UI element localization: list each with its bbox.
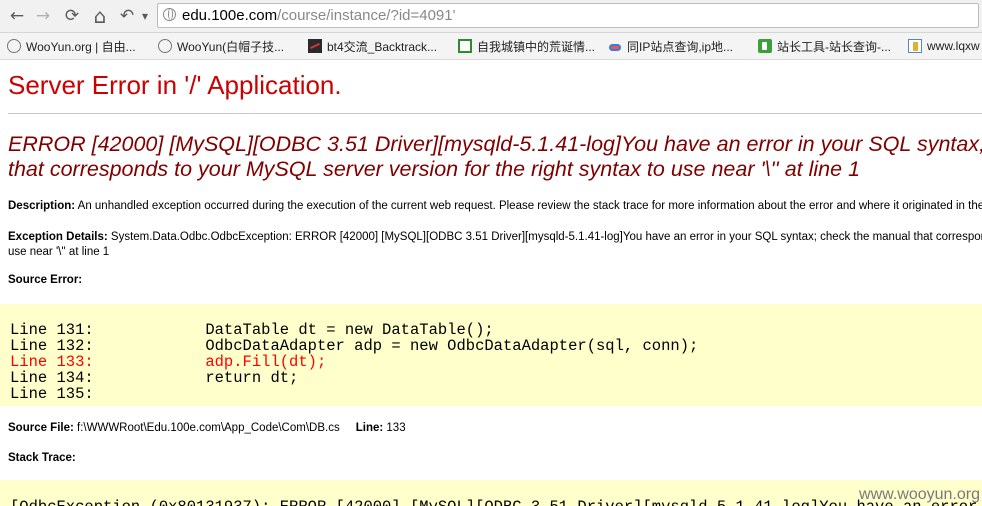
home-icon: ⌂ [93, 4, 107, 28]
exception-details: Exception Details: System.Data.Odbc.Odbc… [8, 230, 982, 260]
code-line-highlighted: Line 133: adp.Fill(dt); [10, 353, 327, 371]
history-dropdown[interactable]: ▾ [138, 4, 152, 28]
description-text: An unhandled exception occurred during t… [75, 200, 982, 212]
source-error-heading: Source Error: [8, 274, 83, 286]
bookmark-wooyun-whitehat[interactable]: WooYun(白帽子技... [158, 37, 284, 55]
bookmarks-bar: WooYun.org | 自由... WooYun(白帽子技... bt4交流_… [0, 33, 982, 60]
code-line: Line 134: return dt; [10, 369, 299, 387]
exception-label: Exception Details: [8, 231, 108, 243]
bookmark-label: 站长工具-站长查询-... [777, 39, 891, 54]
chevron-down-icon: ▾ [141, 9, 149, 23]
page-title: Server Error in '/' Application. [8, 70, 342, 100]
tools-icon [758, 39, 772, 53]
globe-icon [158, 39, 172, 53]
globe-icon [163, 8, 176, 21]
bt-icon [308, 39, 322, 53]
source-file-path: f:\WWWRoot\Edu.100e.com\App_Code\Com\DB.… [73, 422, 340, 434]
error-line-2: that corresponds to your MySQL server ve… [8, 157, 861, 181]
bookmark-same-ip[interactable]: 同IP站点查询,ip地... [608, 37, 733, 55]
reload-button[interactable]: ⟳ [60, 4, 84, 28]
code-line: Line 135: [10, 385, 94, 403]
globe-icon [7, 39, 21, 53]
back-button[interactable]: ← [6, 4, 28, 28]
history-icon: ↶ [119, 6, 135, 26]
bookmark-label: 同IP站点查询,ip地... [627, 39, 734, 54]
bookmark-label: 自我城镇中的荒诞情... [477, 39, 596, 54]
forward-button[interactable]: → [32, 4, 54, 28]
bookmark-town[interactable]: 自我城镇中的荒诞情... [458, 37, 595, 55]
exception-text-continued: use near '\'' at line 1 [8, 246, 110, 258]
back-arrow-icon: ← [9, 6, 25, 26]
error-heading: ERROR [42000] [MySQL][ODBC 3.51 Driver][… [8, 132, 982, 182]
line-number: 133 [383, 422, 406, 434]
line-label: Line: [355, 422, 384, 434]
error-line-1: ERROR [42000] [MySQL][ODBC 3.51 Driver][… [8, 132, 982, 156]
bookmark-webmaster-tools[interactable]: 站长工具-站长查询-... [758, 37, 891, 55]
bookmark-bt4[interactable]: bt4交流_Backtrack... [308, 37, 437, 55]
page-content: Server Error in '/' Application. ERROR [… [0, 60, 982, 506]
url-path: /course/instance/?id=4091' [277, 7, 456, 24]
divider [8, 113, 982, 114]
stack-trace-heading: Stack Trace: [8, 452, 76, 464]
url-host: edu.100e.com [182, 7, 278, 24]
source-file-label: Source File: [8, 422, 74, 434]
history-button[interactable]: ↶ [116, 4, 138, 28]
bookmark-wooyun-org[interactable]: WooYun.org | 自由... [7, 37, 136, 55]
watermark: www.wooyun.org [859, 486, 980, 503]
source-file-info: Source File: f:\WWWRoot\Edu.100e.com\App… [8, 422, 406, 434]
home-button[interactable]: ⌂ [88, 4, 112, 28]
code-line: Line 132: OdbcDataAdapter adp = new Odbc… [10, 337, 699, 355]
green-icon [458, 39, 472, 53]
book-icon [908, 39, 922, 53]
reload-icon: ⟳ [64, 6, 80, 26]
bookmark-lqxw[interactable]: www.lqxw [908, 37, 980, 55]
bookmark-label: WooYun.org | 自由... [26, 39, 136, 54]
bookmark-label: www.lqxw [927, 39, 980, 53]
browser-toolbar: ← → ⟳ ⌂ ↶ ▾ edu.100e.com/course/instance… [0, 0, 982, 33]
description: Description: An unhandled exception occu… [8, 200, 982, 212]
cloud-icon [608, 39, 622, 53]
stack-trace-box: [OdbcException (0x80131937): ERROR [4200… [0, 480, 982, 506]
bookmark-label: WooYun(白帽子技... [177, 39, 285, 54]
forward-arrow-icon: → [35, 6, 51, 26]
source-code-box: Line 131: DataTable dt = new DataTable()… [0, 304, 982, 406]
code-line: Line 131: DataTable dt = new DataTable()… [10, 321, 494, 339]
bookmark-label: bt4交流_Backtrack... [327, 39, 438, 54]
address-bar[interactable]: edu.100e.com/course/instance/?id=4091' [157, 3, 979, 28]
stack-trace-line: [OdbcException (0x80131937): ERROR [4200… [10, 498, 982, 506]
url-text[interactable]: edu.100e.com/course/instance/?id=4091' [182, 7, 455, 25]
description-label: Description: [8, 200, 76, 212]
exception-text: System.Data.Odbc.OdbcException: ERROR [4… [110, 231, 982, 243]
